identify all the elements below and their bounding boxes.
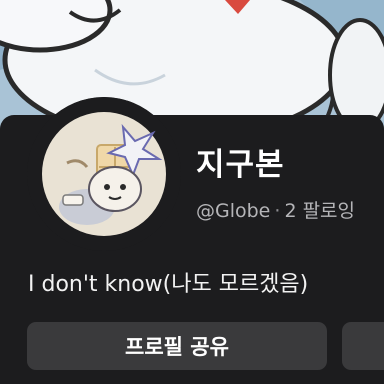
handle-row: @Globe · 2 팔로잉 (196, 196, 355, 223)
profile-screen: 지구본 @Globe · 2 팔로잉 I don't know(나도 모르겠음) 프… (0, 0, 384, 384)
separator-dot: · (274, 200, 281, 222)
avatar[interactable] (27, 97, 181, 251)
bio: I don't know(나도 모르겠음) (28, 272, 309, 297)
display-name: 지구본 (196, 147, 285, 183)
avatar-illustration (27, 97, 181, 251)
secondary-action-button[interactable] (342, 322, 384, 370)
handle: @Globe (196, 200, 271, 222)
following-count[interactable]: 2 팔로잉 (284, 200, 355, 222)
share-profile-button[interactable]: 프로필 공유 (27, 322, 327, 370)
